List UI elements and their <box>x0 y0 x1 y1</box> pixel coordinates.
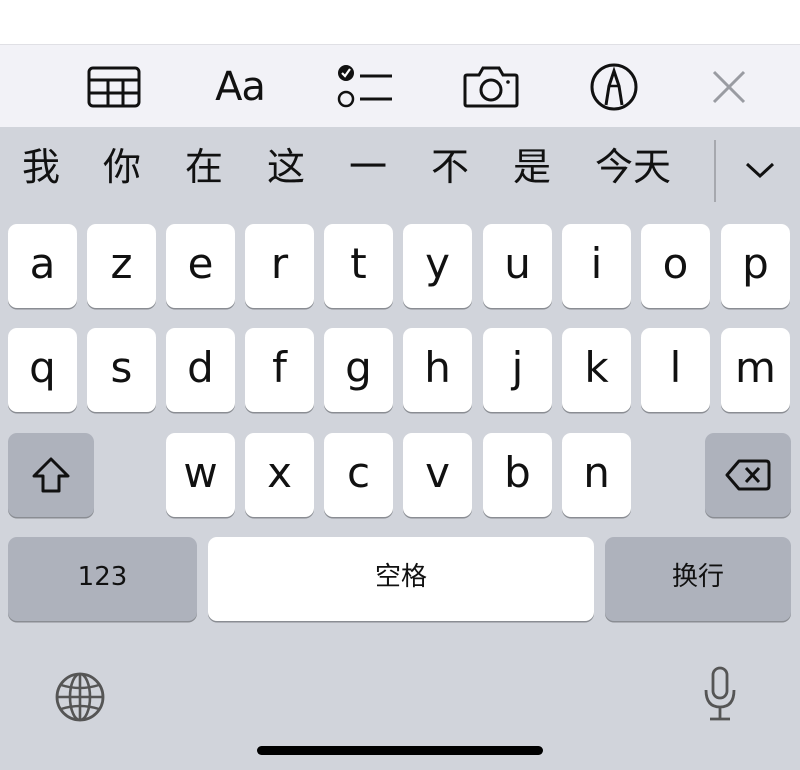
key-m[interactable]: m <box>721 328 790 412</box>
shift-key[interactable] <box>8 433 94 517</box>
key-label: z <box>110 239 133 288</box>
key-label: g <box>345 343 372 392</box>
candidate-expand-button[interactable] <box>738 152 782 188</box>
key-label: b <box>504 448 531 497</box>
key-label: u <box>504 239 531 288</box>
camera-icon <box>463 66 519 108</box>
markup-icon <box>590 63 638 111</box>
key-label: p <box>742 239 769 288</box>
key-label: h <box>424 343 451 392</box>
space-key-label: 空格 <box>374 562 427 592</box>
text-format-label: Aa <box>215 64 266 110</box>
key-e[interactable]: e <box>166 224 235 308</box>
home-indicator[interactable] <box>257 746 543 755</box>
formatting-toolbar: Aa <box>0 44 800 127</box>
candidate-item[interactable]: 是 <box>513 148 551 186</box>
key-j[interactable]: j <box>483 328 552 412</box>
key-i[interactable]: i <box>562 224 631 308</box>
key-label: v <box>425 448 450 497</box>
key-p[interactable]: p <box>721 224 790 308</box>
checklist-icon <box>337 65 392 108</box>
key-label: t <box>350 239 367 288</box>
key-o[interactable]: o <box>641 224 710 308</box>
key-label: d <box>187 343 214 392</box>
key-label: x <box>267 448 292 497</box>
key-label: w <box>183 448 218 497</box>
markup-button[interactable] <box>582 60 646 114</box>
key-s[interactable]: s <box>87 328 156 412</box>
candidate-item[interactable]: 在 <box>185 148 223 186</box>
camera-button[interactable] <box>459 60 523 114</box>
key-k[interactable]: k <box>562 328 631 412</box>
key-v[interactable]: v <box>403 433 472 517</box>
text-format-button[interactable]: Aa <box>208 60 272 114</box>
key-label: k <box>584 343 609 392</box>
key-u[interactable]: u <box>483 224 552 308</box>
space-key[interactable]: 空格 <box>208 537 594 621</box>
candidate-item[interactable]: 这 <box>267 148 305 186</box>
key-label: e <box>187 239 214 288</box>
key-label: s <box>110 343 133 392</box>
chevron-down-icon <box>745 162 775 179</box>
note-content-area <box>0 0 800 44</box>
key-l[interactable]: l <box>641 328 710 412</box>
candidate-divider <box>714 140 716 202</box>
key-f[interactable]: f <box>245 328 314 412</box>
key-label: o <box>662 239 689 288</box>
key-label: c <box>346 448 371 497</box>
microphone-button[interactable] <box>698 664 742 724</box>
key-label: a <box>29 239 56 288</box>
key-d[interactable]: d <box>166 328 235 412</box>
candidate-item[interactable]: 一 <box>349 148 387 186</box>
candidate-item[interactable]: 不 <box>431 148 469 186</box>
candidate-item[interactable]: 你 <box>103 148 141 186</box>
return-key[interactable]: 换行 <box>605 537 791 621</box>
key-g[interactable]: g <box>324 328 393 412</box>
key-label: y <box>425 239 450 288</box>
key-r[interactable]: r <box>245 224 314 308</box>
key-q[interactable]: q <box>8 328 77 412</box>
close-icon <box>712 70 746 104</box>
microphone-icon <box>704 666 736 721</box>
key-label: i <box>590 239 603 288</box>
close-toolbar-button[interactable] <box>697 60 761 114</box>
key-b[interactable]: b <box>483 433 552 517</box>
key-label: n <box>583 448 610 497</box>
key-h[interactable]: h <box>403 328 472 412</box>
key-a[interactable]: a <box>8 224 77 308</box>
key-x[interactable]: x <box>245 433 314 517</box>
shift-icon <box>32 457 70 493</box>
key-z[interactable]: z <box>87 224 156 308</box>
delete-key[interactable] <box>705 433 791 517</box>
delete-icon <box>725 459 771 491</box>
table-button[interactable] <box>82 60 146 114</box>
key-label: q <box>29 343 56 392</box>
key-y[interactable]: y <box>403 224 472 308</box>
table-icon <box>87 66 141 108</box>
candidate-item[interactable]: 今天 <box>595 148 671 186</box>
key-label: l <box>669 343 682 392</box>
candidate-item[interactable]: 我 <box>22 148 60 186</box>
key-label: j <box>511 343 524 392</box>
key-w[interactable]: w <box>166 433 235 517</box>
globe-icon <box>55 672 105 722</box>
checklist-button[interactable] <box>333 60 397 114</box>
key-t[interactable]: t <box>324 224 393 308</box>
numbers-key[interactable]: 123 <box>8 537 197 621</box>
globe-button[interactable] <box>52 669 108 725</box>
return-key-label: 换行 <box>671 562 724 592</box>
key-n[interactable]: n <box>562 433 631 517</box>
numbers-key-label: 123 <box>77 562 128 592</box>
key-label: r <box>270 239 289 288</box>
key-label: m <box>735 343 776 392</box>
key-label: f <box>272 343 287 392</box>
key-c[interactable]: c <box>324 433 393 517</box>
